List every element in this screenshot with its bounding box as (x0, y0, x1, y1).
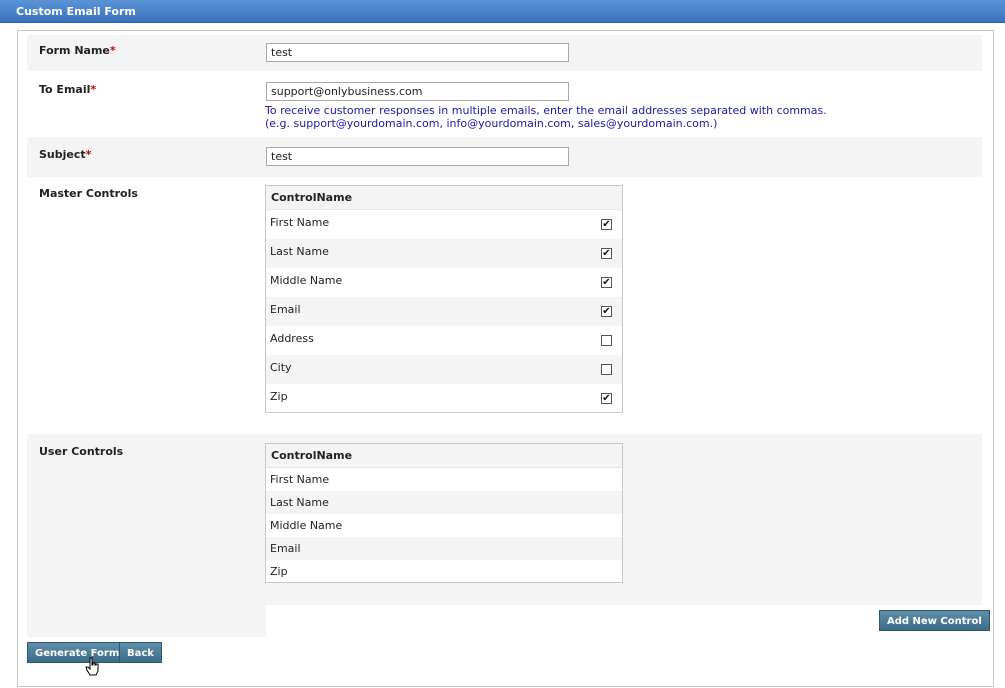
required-mark: * (109, 44, 116, 57)
master-control-name: Middle Name (270, 274, 343, 287)
required-mark: * (90, 83, 97, 96)
master-control-row: Zip ✔ (266, 384, 622, 413)
master-control-name: City (270, 361, 292, 374)
master-control-name: First Name (270, 216, 330, 229)
to-email-row: To Email* To receive customer responses … (27, 71, 982, 137)
user-control-name: Last Name (270, 496, 329, 509)
to-email-label: To Email* (39, 83, 97, 96)
master-control-row: First Name ✔ (266, 210, 622, 239)
form-name-input[interactable] (266, 43, 569, 62)
user-control-name: Middle Name (270, 519, 343, 532)
master-control-checkbox[interactable]: ✔ (601, 393, 612, 404)
subject-label: Subject* (39, 148, 92, 161)
to-email-hint-line1: To receive customer responses in multipl… (265, 104, 827, 117)
master-control-name: Address (270, 332, 314, 345)
user-control-row[interactable]: Zip (266, 560, 622, 583)
hand-cursor-icon (85, 657, 99, 676)
to-email-hint-line2: (e.g. support@yourdomain.com, info@yourd… (265, 117, 718, 130)
form-name-label: Form Name* (39, 44, 116, 57)
master-control-checkbox[interactable] (601, 364, 612, 375)
subject-input[interactable] (266, 147, 569, 166)
master-control-checkbox[interactable]: ✔ (601, 219, 612, 230)
user-control-row[interactable]: Middle Name (266, 514, 622, 537)
window-title: Custom Email Form (16, 5, 136, 18)
add-control-bar (266, 605, 982, 637)
master-control-row: City (266, 355, 622, 384)
generate-form-button[interactable]: Generate Form (27, 642, 128, 663)
user-control-row[interactable]: Last Name (266, 491, 622, 514)
window-title-bar: Custom Email Form (0, 0, 1005, 23)
master-control-row: Address (266, 326, 622, 355)
user-control-name: Zip (270, 565, 288, 578)
master-control-name: Zip (270, 390, 288, 403)
user-controls-column-header: ControlName (266, 444, 622, 468)
master-controls-column-header: ControlName (266, 186, 622, 210)
user-controls-grid: ControlName First Name Last Name Middle Na… (265, 443, 623, 583)
user-control-row[interactable]: Email (266, 537, 622, 560)
master-control-row: Middle Name ✔ (266, 268, 622, 297)
master-controls-grid: ControlName First Name ✔ Last Name ✔ Middle … (265, 185, 623, 413)
master-controls-label: Master Controls (39, 187, 138, 200)
user-controls-row: User Controls ControlName First Name Last… (27, 434, 990, 637)
back-button[interactable]: Back (119, 642, 162, 663)
user-control-row[interactable]: First Name (266, 468, 622, 491)
required-mark: * (85, 148, 92, 161)
user-control-name: Email (270, 542, 301, 555)
master-controls-row: Master Controls ControlName First Name ✔ L… (27, 177, 982, 434)
form-name-row: Form Name* (27, 35, 982, 71)
subject-row: Subject* (27, 137, 982, 177)
master-control-row: Last Name ✔ (266, 239, 622, 268)
master-control-checkbox[interactable] (601, 335, 612, 346)
to-email-input[interactable] (266, 82, 569, 101)
master-control-row: Email ✔ (266, 297, 622, 326)
master-control-name: Last Name (270, 245, 329, 258)
master-control-checkbox[interactable]: ✔ (601, 277, 612, 288)
master-control-checkbox[interactable]: ✔ (601, 248, 612, 259)
user-control-name: First Name (270, 473, 330, 486)
user-controls-label: User Controls (39, 445, 124, 458)
master-control-name: Email (270, 303, 301, 316)
master-control-checkbox[interactable]: ✔ (601, 306, 612, 317)
add-new-control-button[interactable]: Add New Control (879, 610, 990, 631)
